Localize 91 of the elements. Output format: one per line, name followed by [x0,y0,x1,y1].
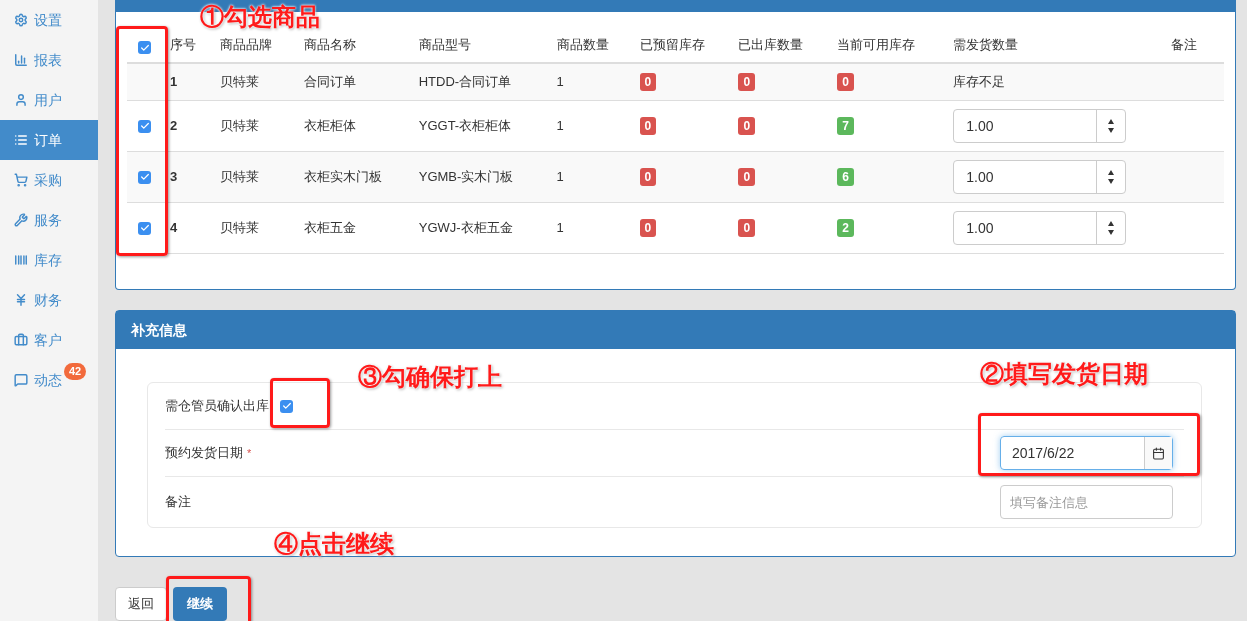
check-icon [281,401,292,411]
checkbox[interactable] [138,170,152,184]
quantity-spinner[interactable]: 1.00 [953,211,1127,245]
table-cell: 贝特莱 [219,118,259,134]
sidebar-item[interactable]: 服务 [0,200,98,240]
count-badge: 2 [837,219,855,238]
column-header: 序号 [169,36,196,52]
table-cell: 衣柜实木门板 [303,169,382,185]
sidebar-item[interactable]: 采购 [0,160,98,200]
briefcase-icon [14,333,28,347]
user-icon [14,93,28,107]
panel-title: 补充信息 [131,320,187,340]
table-cell: 衣柜柜体 [303,118,356,134]
row-number: 3 [169,169,178,185]
checkbox[interactable] [138,41,152,54]
required-mark: * [247,445,252,461]
sidebar-item[interactable]: 用户 [0,80,98,120]
column-header: 已预留库存 [639,36,705,52]
table-cell: 1 [556,220,564,236]
sidebar-item[interactable]: 动态 42 [0,360,98,400]
sidebar-item[interactable]: 客户 [0,320,98,360]
check-icon [140,42,150,53]
count-badge: 0 [837,73,855,92]
count-badge: 0 [738,219,756,238]
count-badge: 42 [64,363,87,380]
table-cell: HTDD-合同订单 [418,74,512,90]
table-cell: YGMB-实木门板 [418,169,514,185]
highlight-frame [270,378,330,428]
checkbox[interactable] [138,221,152,235]
table-cell: 贝特莱 [219,74,259,90]
column-header: 需发货数量 [953,36,1019,52]
count-badge: 7 [837,117,855,136]
count-badge: 0 [738,73,756,92]
column-header: 备注 [1171,36,1198,52]
field-label: 备注 [165,493,191,512]
sidebar-item[interactable]: 财务 [0,280,98,320]
yen-icon [14,293,28,307]
sidebar-item[interactable]: 库存 [0,240,98,280]
table-cell: 1 [556,74,564,90]
table-cell: 1 [556,169,564,185]
check-icon [140,172,150,182]
bar-chart-icon [14,53,28,67]
checkbox[interactable] [280,399,293,413]
count-badge: 6 [837,168,855,187]
field-label: 预约发货日期 [165,444,243,463]
wrench-icon [14,213,28,227]
barcode-icon [14,253,28,267]
quantity-spinner[interactable]: 1.00 [953,109,1127,143]
count-badge: 0 [639,117,657,136]
field-label: 需仓管员确认出库 [165,397,269,416]
table-cell: YGWJ-衣柜五金 [418,220,513,236]
count-badge: 0 [639,73,657,92]
back-button[interactable]: 返回 [115,587,167,621]
column-header: 商品名称 [303,36,356,52]
date-field[interactable]: 2017/6/22 [1000,436,1173,470]
column-header: 商品型号 [418,36,471,52]
table-cell: 1 [556,118,564,134]
input-field[interactable]: 填写备注信息 [1000,485,1173,519]
annotation-text: ④点击继续 [274,529,394,559]
row-number: 1 [169,74,178,90]
list-icon [14,133,28,147]
check-icon [140,121,150,131]
table-cell: 库存不足 [953,74,1006,90]
cart-icon [14,173,28,187]
quantity-spinner[interactable]: 1.00 [953,160,1127,194]
column-header: 商品数量 [556,36,609,52]
table-cell: 衣柜五金 [303,220,356,236]
annotation-text: ③勾确保打上 [358,362,502,392]
sidebar-item[interactable]: 设置 [0,0,98,40]
table-cell: YGGT-衣柜柜体 [418,118,512,134]
count-badge: 0 [639,219,657,238]
column-header: 商品品牌 [219,36,272,52]
check-icon [140,223,150,233]
calendar-icon[interactable] [1152,446,1165,460]
column-header: 当前可用库存 [837,36,916,52]
table-cell: 贝特莱 [219,169,259,185]
count-badge: 0 [738,117,756,136]
checkbox[interactable] [138,119,152,133]
sidebar-item[interactable]: 报表 [0,40,98,80]
count-badge: 0 [639,168,657,187]
continue-button[interactable]: 继续 [173,587,227,621]
table-cell: 贝特莱 [219,220,259,236]
column-header: 已出库数量 [738,36,804,52]
settings-icon [14,13,28,27]
annotation-text: ②填写发货日期 [980,359,1148,389]
count-badge: 0 [738,168,756,187]
sidebar-item[interactable]: 订单 [0,120,98,160]
table-cell: 合同订单 [303,74,356,90]
row-number: 4 [169,220,178,236]
chat-icon [14,373,28,387]
row-number: 2 [169,118,178,134]
